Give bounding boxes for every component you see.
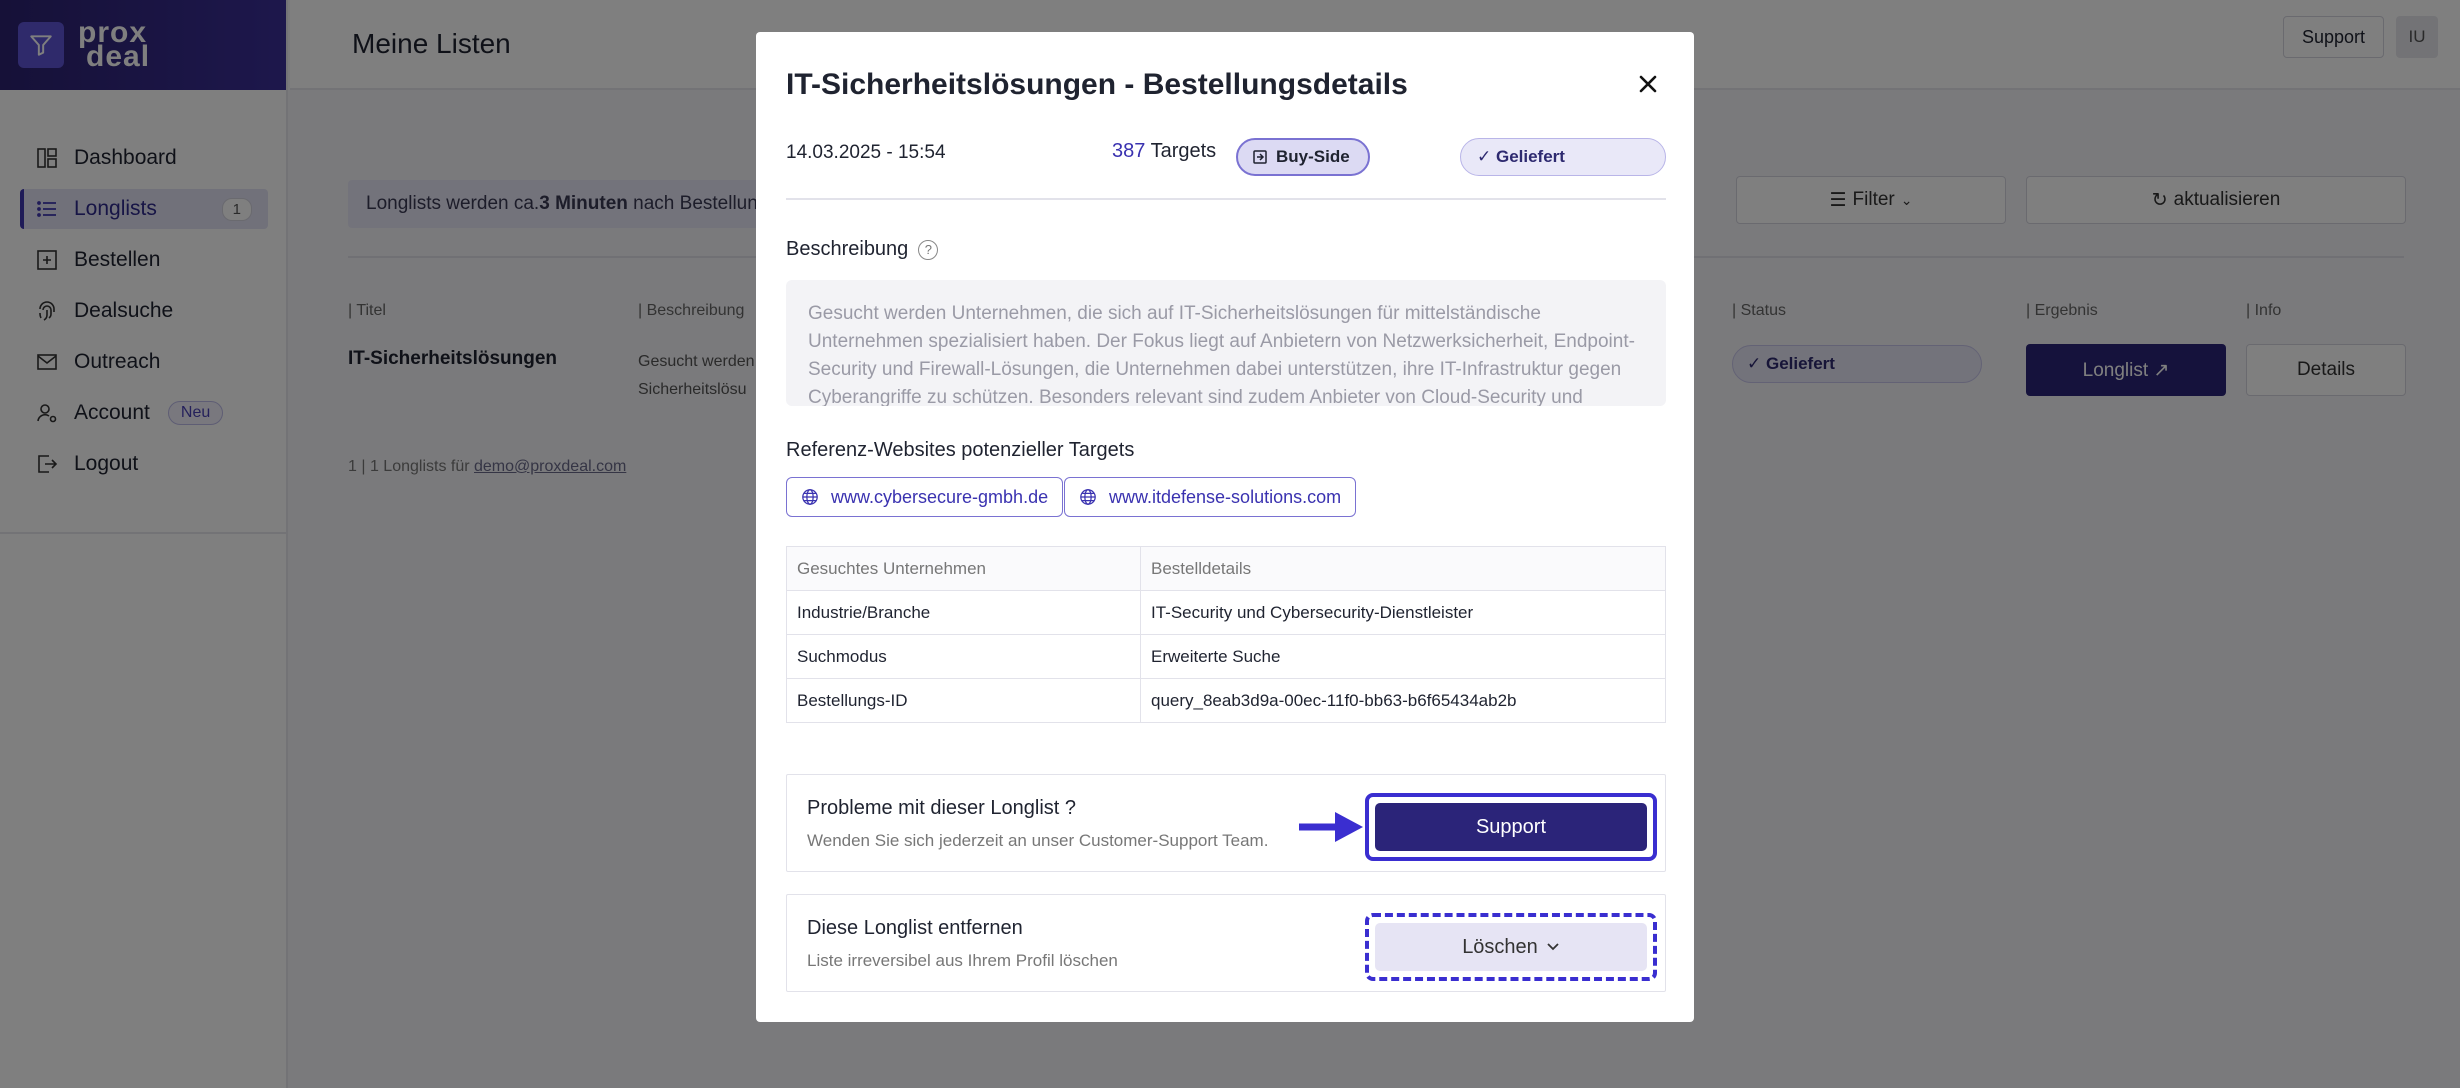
reference-websites-label: Referenz-Websites potenzieller Targets [786,439,1135,461]
order-details-modal: IT-Sicherheitslösungen - Bestellungsdeta… [756,32,1694,1022]
help-icon[interactable]: ? [918,239,939,260]
table-row: Bestellungs-ID query_8eab3d9a-00ec-11f0-… [786,678,1666,723]
support-button[interactable]: Support [1375,803,1647,851]
buy-side-badge: Buy-Side [1236,138,1370,176]
table-cell: Industrie/Branche [786,590,1141,635]
delete-highlight: Löschen [1365,913,1657,981]
website-link[interactable]: www.itdefense-solutions.com [1064,477,1357,517]
chevron-down-icon [1546,942,1560,952]
support-card: Probleme mit dieser Longlist ? Wenden Si… [786,774,1666,872]
table-cell: Erweiterte Suche [1140,634,1666,679]
website-link[interactable]: www.cybersecure-gmbh.de [786,477,1064,517]
table-cell: query_8eab3d9a-00ec-11f0-bb63-b6f65434ab… [1151,690,1517,710]
table-row: Suchmodus Erweiterte Suche [786,634,1666,679]
table-cell: Suchmodus [786,634,1141,679]
delete-button[interactable]: Löschen [1375,923,1647,971]
description-label: Beschreibung ? [786,238,939,261]
table-header-row: Gesuchtes Unternehmen Bestelldetails [786,546,1666,591]
modal-title: IT-Sicherheitslösungen - Bestellungsdeta… [786,68,1408,101]
close-icon[interactable] [1632,68,1664,100]
column-header: Gesuchtes Unternehmen [786,546,1141,591]
delete-label: Löschen [1462,935,1538,958]
order-details-table: Gesuchtes Unternehmen Bestelldetails Ind… [786,546,1666,723]
card-title: Diese Longlist entfernen [807,917,1023,939]
support-highlight: Support [1365,793,1657,861]
card-subtitle: Wenden Sie sich jederzeit an unser Custo… [807,831,1269,850]
login-icon [1252,149,1268,165]
card-title: Probleme mit dieser Longlist ? [807,797,1077,819]
order-date: 14.03.2025 - 15:54 [786,142,946,163]
table-cell: Bestellungs-ID [786,678,1141,723]
description-textarea[interactable]: Gesucht werden Unternehmen, die sich auf… [786,280,1666,406]
delete-card: Diese Longlist entfernen Liste irreversi… [786,894,1666,992]
globe-icon [801,488,819,506]
table-cell: IT-Security und Cybersecurity-Dienstleis… [1140,590,1666,635]
status-badge: ✓ Geliefert [1460,138,1666,176]
divider [786,198,1666,200]
globe-icon [1079,488,1097,506]
card-subtitle: Liste irreversibel aus Ihrem Profil lösc… [807,951,1118,970]
targets-count: 387 Targets [1112,140,1217,162]
column-header: Bestelldetails [1140,546,1666,591]
arrow-right-icon [1299,812,1363,842]
table-row: Industrie/Branche IT-Security und Cybers… [786,590,1666,635]
